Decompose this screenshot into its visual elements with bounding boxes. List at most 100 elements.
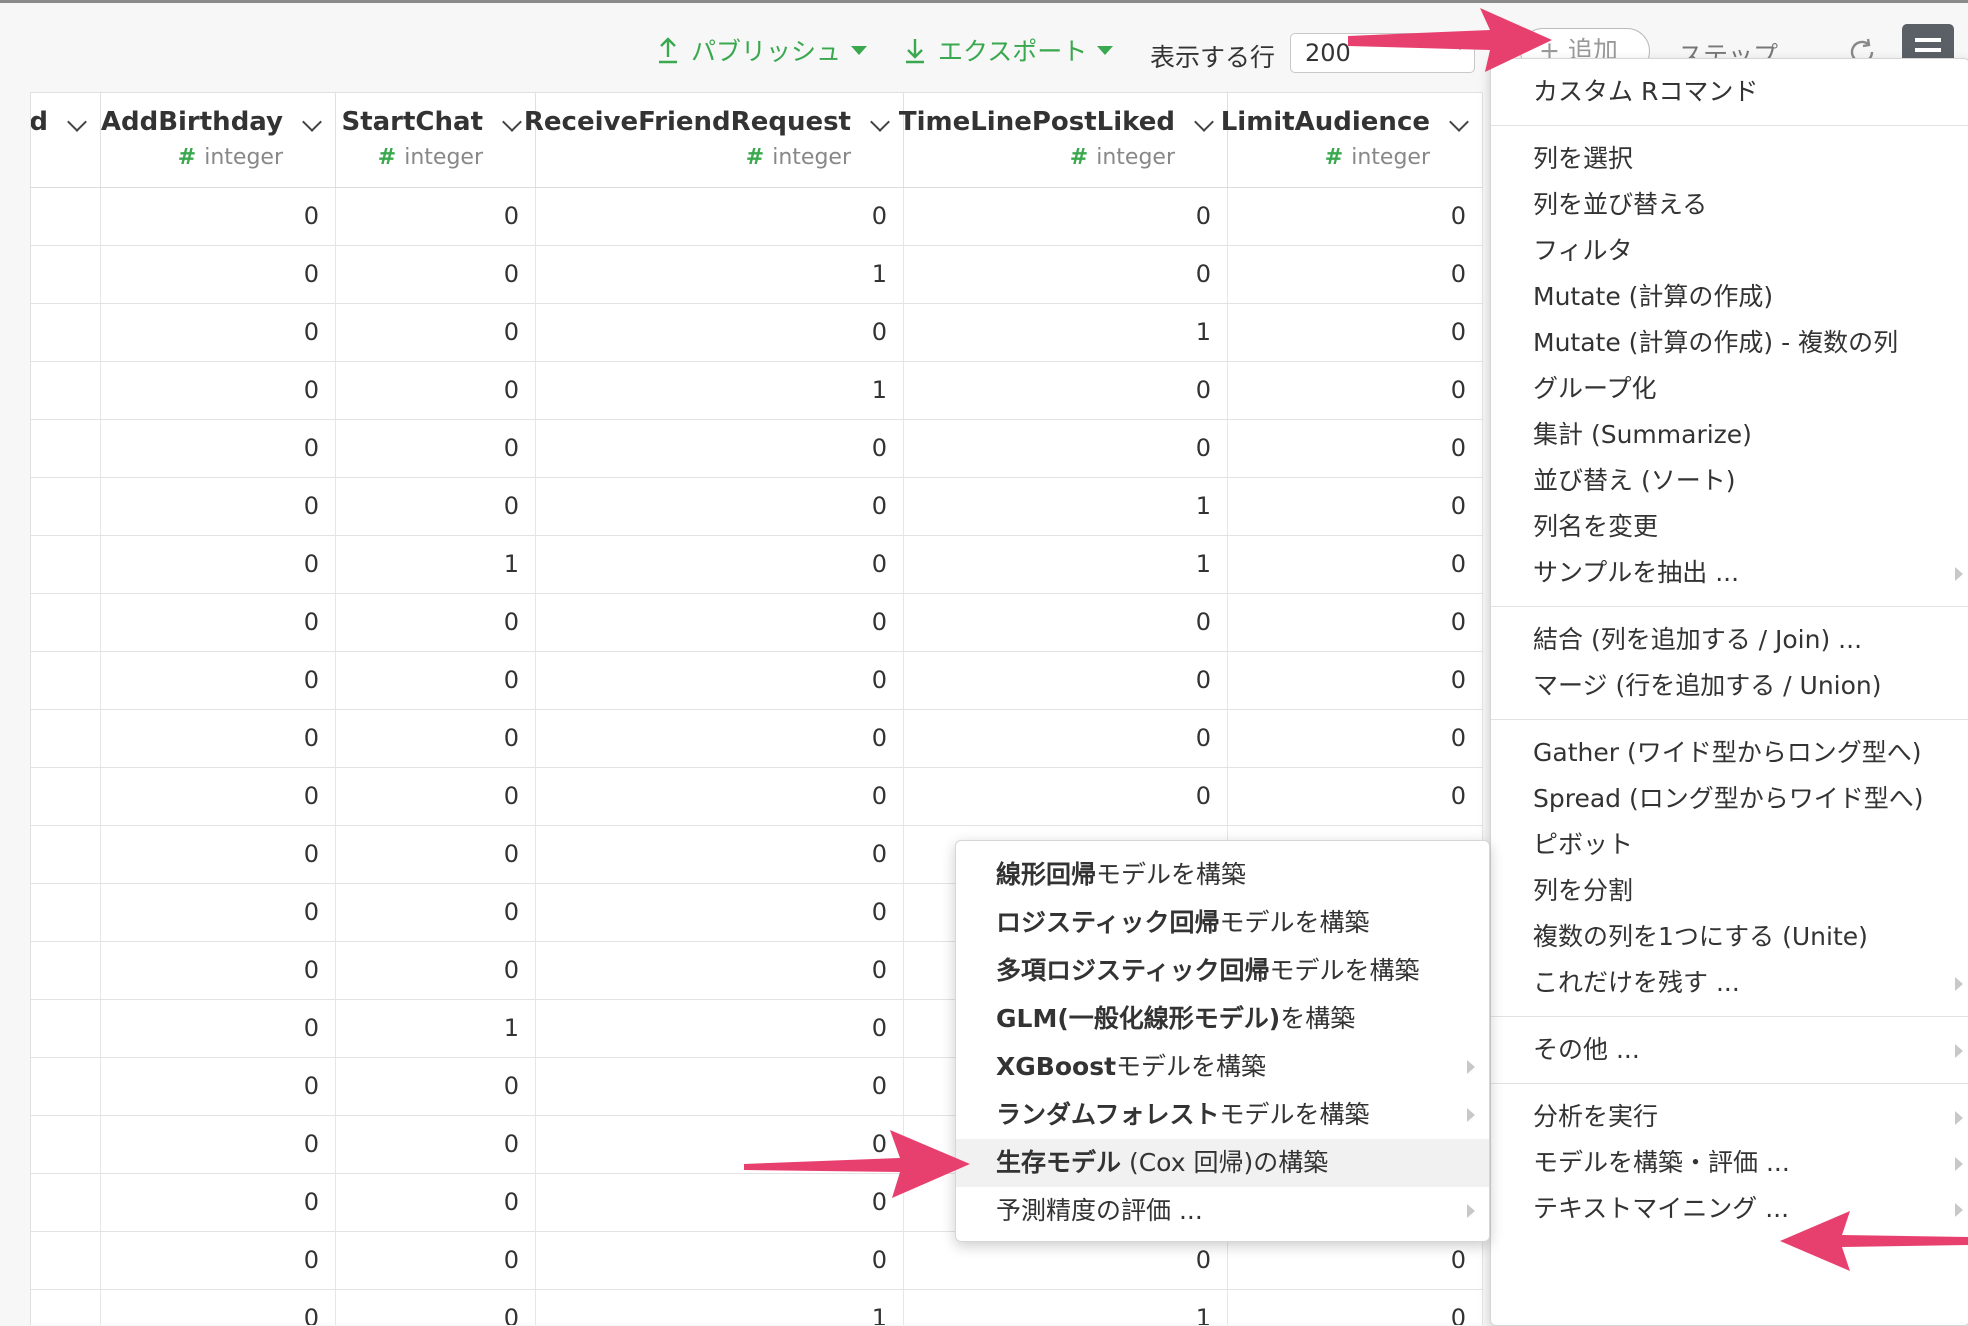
table-cell: 0 [336, 478, 536, 535]
table-cell [31, 1290, 101, 1325]
submenu-item[interactable]: 多項ロジスティック回帰モデルを構築 [956, 947, 1489, 995]
menu-item[interactable]: 分析を実行 [1491, 1094, 1968, 1140]
submenu-arrow-icon [1955, 567, 1963, 581]
table-row: 00110 [31, 1290, 1483, 1325]
table-cell: 0 [336, 768, 536, 825]
menu-item[interactable]: グループ化 [1491, 366, 1968, 412]
menu-item[interactable]: フィルタ [1491, 228, 1968, 274]
table-cell: 1 [336, 536, 536, 593]
table-cell: 0 [101, 478, 336, 535]
column-header[interactable]: StartChat # integer [336, 93, 536, 187]
table-cell: 0 [1228, 478, 1483, 535]
chevron-down-icon[interactable] [1449, 112, 1469, 132]
chevron-down-icon[interactable] [67, 112, 87, 132]
menu-item[interactable]: Gather (ワイド型からロング型へ) [1491, 730, 1968, 776]
table-cell: 0 [101, 594, 336, 651]
menu-item[interactable]: 列を選択 [1491, 136, 1968, 182]
menu-item[interactable]: その他 ... [1491, 1027, 1968, 1073]
menu-item-label: これだけを残す ... [1533, 968, 1740, 997]
table-cell: 0 [536, 826, 904, 883]
menu-item[interactable]: 列を分割 [1491, 868, 1968, 914]
table-row: 00100 [31, 246, 1483, 304]
table-cell: 0 [1228, 652, 1483, 709]
menu-item[interactable]: 結合 (列を追加する / Join) ... [1491, 617, 1968, 663]
menu-item-label: フィルタ [1533, 236, 1633, 265]
annotation-arrow-icon [1348, 8, 1552, 72]
menu-item[interactable]: 複数の列を1つにする (Unite) [1491, 914, 1968, 960]
table-cell: 0 [101, 652, 336, 709]
table-cell: 0 [336, 362, 536, 419]
menu-item[interactable]: 列を並び替える [1491, 182, 1968, 228]
table-cell [31, 536, 101, 593]
menu-item[interactable]: ピボット [1491, 822, 1968, 868]
add-step-menu: カスタム Rコマンド 列を選択列を並び替えるフィルタ Mutate (計算の作成) M… [1490, 58, 1968, 1326]
table-cell: 0 [1228, 536, 1483, 593]
column-header[interactable]: LimitAudience # integer [1221, 93, 1483, 187]
chevron-down-icon[interactable] [1194, 112, 1214, 132]
column-header[interactable]: d [31, 93, 101, 187]
table-cell: 0 [101, 1058, 336, 1115]
table-cell: 1 [904, 1290, 1228, 1325]
table-cell: 0 [904, 594, 1228, 651]
submenu-item-label: モデルを構築 [1219, 1100, 1370, 1129]
menu-item[interactable]: マージ (行を追加する / Union) [1491, 663, 1968, 709]
table-cell [31, 826, 101, 883]
column-name: ReceiveFriendRequest [523, 107, 851, 137]
column-type-label: integer [204, 145, 283, 170]
menu-item[interactable]: 集計 (Summarize) [1491, 412, 1968, 458]
menu-item[interactable]: 列名を変更 [1491, 504, 1968, 550]
submenu-item[interactable]: 線形回帰モデルを構築 [956, 851, 1489, 899]
menu-item[interactable]: サンプルを抽出 ... [1491, 550, 1968, 596]
column-type-label: integer [1351, 145, 1430, 170]
table-cell: 0 [1228, 768, 1483, 825]
menu-item-label: 列を選択 [1533, 144, 1634, 173]
menu-item[interactable]: モデルを構築・評価 ... [1491, 1140, 1968, 1186]
submenu-arrow-icon [1955, 1044, 1963, 1058]
table-cell [31, 710, 101, 767]
submenu-item-label: 予測精度の評価 ... [996, 1196, 1203, 1225]
menu-item[interactable]: 並び替え (ソート) [1491, 458, 1968, 504]
column-header[interactable]: AddBirthday # integer [101, 93, 336, 187]
table-cell: 0 [336, 1174, 536, 1231]
table-cell: 0 [1228, 710, 1483, 767]
chevron-down-icon[interactable] [502, 112, 522, 132]
table-cell [31, 652, 101, 709]
menu-item[interactable]: Mutate (計算の作成) - 複数の列 [1491, 320, 1968, 366]
submenu-item[interactable]: XGBoostモデルを構築 [956, 1043, 1489, 1091]
table-cell: 0 [336, 304, 536, 361]
table-cell: 0 [101, 1000, 336, 1057]
column-header[interactable]: ReceiveFriendRequest # integer [524, 93, 904, 187]
table-cell [31, 942, 101, 999]
submenu-arrow-icon [1955, 1111, 1963, 1125]
table-cell: 1 [536, 246, 904, 303]
publish-button[interactable]: パブリッシュ [655, 30, 868, 70]
table-cell [31, 1116, 101, 1173]
column-header[interactable]: TimeLinePostLiked # integer [899, 93, 1228, 187]
table-row: 01010 [31, 536, 1483, 594]
column-type-label: integer [772, 145, 851, 170]
submenu-item[interactable]: ロジスティック回帰モデルを構築 [956, 899, 1489, 947]
chevron-down-icon[interactable] [302, 112, 322, 132]
submenu-item[interactable]: 予測精度の評価 ... [956, 1187, 1489, 1235]
chevron-down-icon[interactable] [870, 112, 890, 132]
submenu-item[interactable]: ランダムフォレストモデルを構築 [956, 1091, 1489, 1139]
menu-item[interactable]: Mutate (計算の作成) [1491, 274, 1968, 320]
menu-item[interactable]: カスタム Rコマンド [1491, 69, 1968, 115]
table-cell [31, 246, 101, 303]
submenu-item[interactable]: GLM(一般化線形モデル)を構築 [956, 995, 1489, 1043]
submenu-item[interactable]: 生存モデル (Cox 回帰)の構築 [956, 1139, 1489, 1187]
menu-item[interactable]: Spread (ロング型からワイド型へ) [1491, 776, 1968, 822]
submenu-arrow-icon [1955, 1157, 1963, 1171]
menu-item-label: カスタム Rコマンド [1533, 77, 1759, 106]
menu-item-label: テキストマイニング ... [1533, 1194, 1790, 1223]
column-type: # integer [378, 145, 483, 170]
export-button[interactable]: エクスポート [902, 30, 1114, 70]
menu-item-label: その他 ... [1533, 1035, 1640, 1064]
rows-label: 表示する行 [1150, 43, 1276, 72]
submenu-item-label: モデルを構築 [1219, 908, 1370, 937]
menu-item-label: 列を分割 [1533, 876, 1634, 905]
table-row: 00000 [31, 188, 1483, 246]
table-cell: 0 [536, 884, 904, 941]
hash-icon: # [377, 145, 397, 170]
menu-item[interactable]: これだけを残す ... [1491, 960, 1968, 1006]
